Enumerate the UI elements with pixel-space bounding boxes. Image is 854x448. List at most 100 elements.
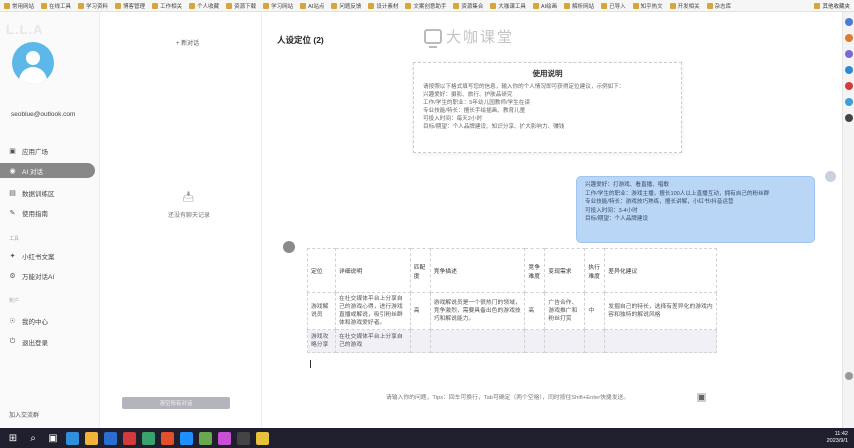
user-message-bubble: 兴趣爱好：打游戏、看直播、唱歌 工作/学生的职业：游戏主播，擅长100人以上直播… [576,176,815,243]
bookmark-item[interactable]: 博客管理 [115,2,145,10]
file-explorer-icon[interactable] [85,431,98,445]
folder-icon [706,2,713,9]
user-message-line: 目标/期望：个人品牌建设 [585,216,649,223]
bookmark-item[interactable]: 学习网站 [263,2,293,10]
folder-icon [669,2,676,9]
table-row: 游戏攻略分享 在社交媒体平台上分享自己的游戏 [307,329,717,353]
bookmark-item[interactable]: 大咖课工具 [490,2,526,10]
sidebar-item-label: 退出登录 [22,339,48,347]
bookmark-label: 已导入 [609,3,626,10]
section-label-account: 账户 [9,298,20,304]
bookmark-item[interactable]: 工作相关 [152,2,182,10]
bookmark-item[interactable]: 在线工具 [41,2,71,10]
table-header: 差异化建议 [604,248,717,293]
word-icon[interactable] [104,431,117,445]
media-player-icon[interactable] [161,431,174,445]
bookmark-item[interactable]: 个人收藏 [189,2,219,10]
search-icon[interactable] [845,18,853,26]
sidebar-item-ai-chat[interactable]: ◉ AI 对话 [0,163,95,178]
design-app-icon[interactable] [218,431,231,445]
bookmark-item[interactable]: 资源集合 [453,2,483,10]
bookmark-item[interactable]: 解析网站 [564,2,594,10]
terminal-icon[interactable] [237,431,250,445]
windows-start-icon[interactable]: ⊞ [6,432,20,444]
clear-history-button[interactable]: 清空所有对话 [122,397,230,409]
join-group-link[interactable]: 加入交流群 [9,410,39,419]
folder-icon [601,2,608,9]
usage-instructions-card: 使用说明 请按照以下格式填写您的信息，输入你的个人情况即可获得定位建议，示例如下… [413,62,682,153]
card-line: 兴趣爱好：摄影、旅行、护肤品研究 [423,92,513,98]
bookmark-item[interactable]: 问题反馈 [331,2,361,10]
avatar[interactable] [12,42,54,84]
sidebar-item-my-center[interactable]: ☉ 我的中心 [0,313,95,328]
bookmark-label: 设计素材 [376,3,399,10]
table-cell [604,329,717,353]
other-bookmarks-label: 其他收藏夹 [822,4,850,10]
chat-input[interactable]: 请输入你的问题，Tips：回车可换行，Tab可确定（两个空格），同时按住Shif… [386,392,629,401]
bookmark-label: 在线工具 [49,3,72,10]
bookmark-item[interactable]: 开发相关 [669,2,700,10]
bookmark-item[interactable]: 资源下载 [226,2,256,10]
office-icon[interactable] [845,82,853,90]
system-clock[interactable]: 11:42 2023/9/1 [827,431,848,445]
bookmark-item[interactable]: AI站点 [300,2,324,10]
extension-icon[interactable] [845,114,853,122]
tools-icon[interactable] [845,50,853,58]
user-message-line: 可投入时间：3-4小时 [585,207,638,214]
bookmark-item[interactable]: AI绘画 [532,2,557,10]
bookmark-label: 个人收藏 [197,3,220,10]
watermark-logo: L.L.A [6,22,44,37]
powerpoint-icon[interactable] [123,431,136,445]
bookmark-item[interactable]: 常用网站 [4,2,34,10]
outlook-icon[interactable] [845,98,853,106]
task-view-icon[interactable]: ▣ [46,432,60,444]
settings-icon[interactable] [845,372,853,380]
bookmark-item[interactable]: 已导入 [601,2,626,10]
folder-icon [78,2,85,9]
bookmark-item[interactable]: 设计素材 [368,2,398,10]
sidebar-item-guide[interactable]: ✎ 使用指南 [0,205,95,220]
folder-icon [152,2,159,9]
bookmark-item[interactable]: 杂志库 [706,2,731,10]
bookmark-item[interactable]: 知乎热文 [632,2,663,10]
sidebar-item-app-square[interactable]: ▣ 应用广场 [0,143,95,158]
send-button[interactable] [697,393,706,402]
chat-app-icon[interactable] [180,431,193,445]
card-line: 专业技能/特长：擅长手绘插画、教育儿童 [423,108,526,114]
table-cell: 游戏攻略分享 [307,329,336,353]
bookmark-item[interactable]: 学习资料 [78,2,108,10]
folder-icon [263,2,270,9]
table-cell [429,329,526,353]
table-cell: 游戏解说员 [307,292,336,330]
search-icon[interactable]: ⌕ [26,432,40,444]
edge-browser-icon[interactable] [66,431,79,445]
sidebar-item-data-training[interactable]: ▤ 数据训练区 [0,185,95,200]
other-bookmarks[interactable]: 其他收藏夹 [814,2,850,10]
bookmark-item[interactable]: 文案创意助手 [405,2,446,10]
table-header: 详细说明 [334,248,411,293]
bookmark-label: AI站点 [308,3,325,10]
sidebar-item-universal-ai[interactable]: ⚙ 万能对话AI [0,268,95,283]
logout-icon: ⏻ [9,337,16,345]
notes-icon[interactable] [256,431,269,445]
excel-icon[interactable] [142,431,155,445]
user-message-line: 兴趣爱好：打游戏、看直播、唱歌 [585,182,669,188]
table-header: 定位 [307,248,336,293]
table-cell: 游戏解说员是一个很热门的领域，竞争激烈，需要具备出色的游戏技巧和解说能力。 [429,292,526,330]
sidebar-item-xiaohongshu[interactable]: ✦ 小红书文案 [0,248,95,263]
folder-icon [564,2,571,9]
sidebar-item-logout[interactable]: ⏻ 退出登录 [0,334,95,349]
shopping-icon[interactable] [845,34,853,42]
section-label-tools: 工具 [9,236,20,242]
new-chat-button[interactable]: + 新对话 [176,38,199,47]
card-title: 使用说明 [532,69,563,78]
games-icon[interactable] [845,66,853,74]
browser-side-panel [842,12,854,428]
sidebar-item-label: AI 对话 [22,168,43,176]
clock-time: 11:42 [834,431,848,437]
table-cell [544,329,586,353]
windows-taskbar: ⊞ ⌕ ▣ 11:42 2023/9/1 [0,428,854,448]
folder-icon [632,2,639,9]
wechat-icon[interactable] [199,431,212,445]
empty-inbox-icon: 📥︎ [182,192,195,203]
